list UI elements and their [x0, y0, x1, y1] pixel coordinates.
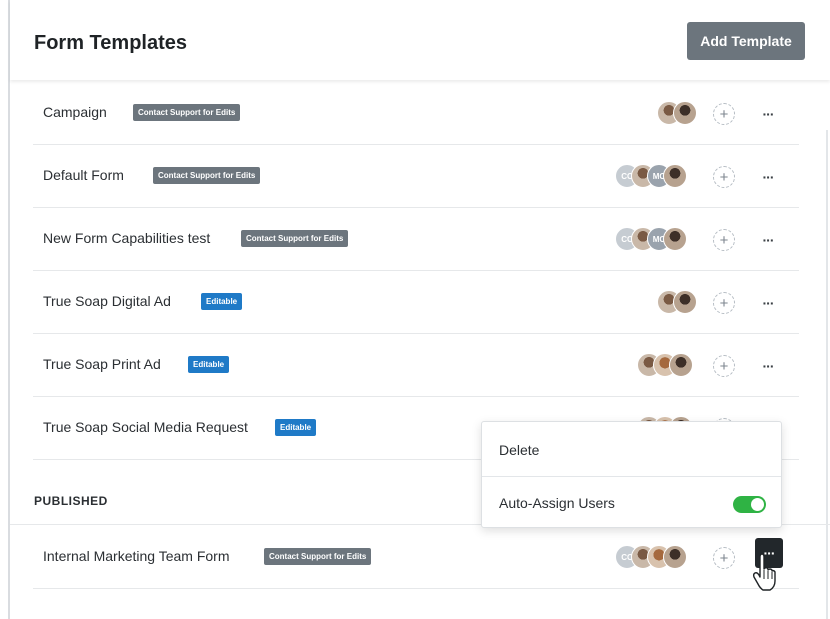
more-options-button[interactable]: ··· — [753, 228, 783, 252]
avatar[interactable] — [663, 164, 687, 188]
status-badge: Editable — [201, 293, 243, 310]
template-row[interactable]: Campaign Contact Support for Edits + ··· — [33, 82, 799, 145]
section-heading-published: PUBLISHED — [34, 494, 108, 508]
panel-left-border — [8, 0, 10, 619]
template-row[interactable]: New Form Capabilities test Contact Suppo… — [33, 208, 799, 271]
status-badge: Contact Support for Edits — [241, 230, 349, 247]
menu-item-label: Delete — [499, 442, 540, 458]
template-name[interactable]: Campaign — [43, 104, 107, 120]
scrollbar-track[interactable] — [826, 130, 828, 619]
auto-assign-toggle[interactable] — [733, 496, 766, 513]
page-title: Form Templates — [34, 32, 187, 54]
add-user-icon[interactable]: + — [713, 229, 735, 251]
status-badge: Editable — [275, 419, 317, 436]
assigned-users[interactable] — [657, 101, 697, 127]
template-name[interactable]: True Soap Print Ad — [43, 356, 161, 372]
hand-pointer-icon — [752, 553, 776, 591]
menu-item-label: Auto-Assign Users — [499, 495, 615, 511]
more-options-button[interactable]: ··· — [753, 165, 783, 189]
add-user-icon[interactable]: + — [713, 166, 735, 188]
status-badge: Contact Support for Edits — [133, 104, 241, 121]
template-row[interactable]: Default Form Contact Support for Edits C… — [33, 145, 799, 208]
avatar[interactable] — [663, 227, 687, 251]
template-name[interactable]: New Form Capabilities test — [43, 230, 210, 246]
template-row[interactable]: Internal Marketing Team Form Contact Sup… — [33, 526, 799, 589]
template-row[interactable]: True Soap Print Ad Editable + ··· — [33, 334, 799, 397]
add-user-icon[interactable]: + — [713, 355, 735, 377]
assigned-users[interactable] — [657, 290, 697, 316]
assigned-users[interactable] — [637, 353, 693, 379]
add-user-icon[interactable]: + — [713, 547, 735, 569]
avatar[interactable] — [663, 545, 687, 569]
template-name[interactable]: True Soap Digital Ad — [43, 293, 171, 309]
template-name[interactable]: Default Form — [43, 167, 124, 183]
avatar[interactable] — [669, 353, 693, 377]
add-user-icon[interactable]: + — [713, 103, 735, 125]
assigned-users[interactable]: CC MC — [615, 164, 687, 190]
more-options-button[interactable]: ··· — [753, 102, 783, 126]
status-badge: Contact Support for Edits — [153, 167, 261, 184]
assigned-users[interactable]: CC MC — [615, 227, 687, 253]
template-row[interactable]: True Soap Digital Ad Editable + ··· — [33, 271, 799, 334]
add-user-icon[interactable]: + — [713, 292, 735, 314]
more-options-button[interactable]: ··· — [753, 354, 783, 378]
menu-item-delete[interactable]: Delete — [482, 422, 781, 475]
avatar[interactable] — [673, 290, 697, 314]
template-name[interactable]: True Soap Social Media Request — [43, 419, 248, 435]
menu-item-auto-assign[interactable]: Auto-Assign Users — [482, 477, 781, 530]
status-badge: Contact Support for Edits — [264, 548, 372, 565]
assigned-users[interactable]: CC — [615, 545, 687, 571]
add-template-button[interactable]: Add Template — [687, 22, 805, 60]
template-name[interactable]: Internal Marketing Team Form — [43, 548, 229, 564]
page-header: Form Templates Add Template — [10, 0, 830, 80]
avatar[interactable] — [673, 101, 697, 125]
more-options-button[interactable]: ··· — [753, 291, 783, 315]
status-badge: Editable — [188, 356, 230, 373]
row-options-menu: Delete Auto-Assign Users — [481, 421, 782, 528]
